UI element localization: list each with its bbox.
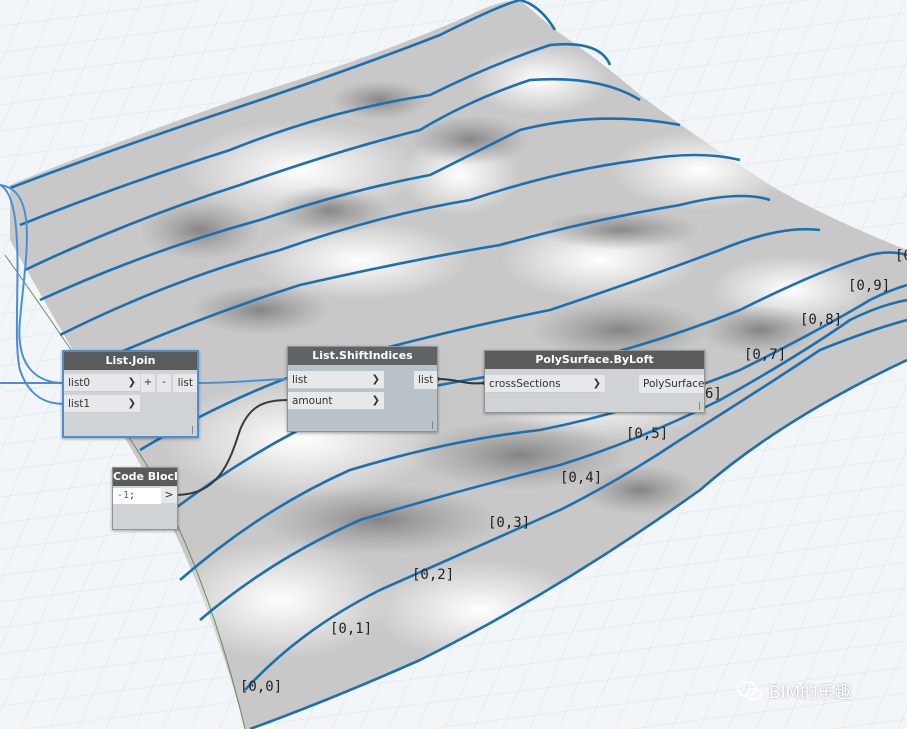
output-port-list[interactable]: list — [414, 371, 437, 389]
node-list-join[interactable]: List.Join list0 ❯ list1 ❯ + - list | — [62, 350, 199, 438]
node-title[interactable]: List.ShiftIndices — [288, 347, 437, 365]
port-label: list0 — [68, 377, 91, 389]
node-polysurface-byloft[interactable]: PolySurface.ByLoft crossSections ❯ PolyS… — [484, 350, 705, 413]
port-label: amount — [292, 395, 333, 407]
output-port-list[interactable]: list — [173, 374, 197, 392]
input-port-crosssections[interactable]: crossSections ❯ — [485, 375, 605, 393]
curve-label: [0,0] — [240, 679, 283, 695]
chevron-right-icon: ❯ — [371, 374, 380, 385]
chevron-right-icon: ❯ — [371, 395, 380, 406]
curve-label: [0,1] — [330, 621, 373, 637]
input-port-amount[interactable]: amount ❯ — [288, 392, 384, 410]
chevron-right-icon: ❯ — [127, 377, 136, 388]
curve-label: [0,2] — [412, 567, 455, 583]
port-label: list1 — [68, 398, 91, 410]
node-title[interactable]: List.Join — [64, 352, 197, 370]
node-title[interactable]: Code Block — [113, 468, 177, 486]
curve-label: [0,4] — [560, 470, 603, 486]
curve-label: [0,8] — [800, 312, 843, 328]
resize-grip-icon[interactable]: | — [191, 425, 194, 434]
input-port-list[interactable]: list ❯ — [288, 371, 384, 389]
wechat-icon — [737, 680, 762, 700]
code-editor[interactable]: -1; — [113, 488, 161, 504]
port-label: crossSections — [489, 378, 561, 390]
node-list-shift-indices[interactable]: List.ShiftIndices list ❯ amount ❯ list | — [287, 346, 438, 432]
chevron-right-icon: ❯ — [127, 398, 136, 409]
curve-label: 6] — [705, 386, 722, 402]
chevron-right-icon: ❯ — [592, 378, 601, 389]
node-title[interactable]: PolySurface.ByLoft — [485, 351, 704, 369]
resize-grip-icon[interactable]: | — [431, 420, 434, 429]
curve-label: [0,3] — [488, 515, 531, 531]
remove-input-button[interactable]: - — [157, 374, 171, 392]
code-value: -1 — [117, 490, 130, 501]
input-port-list1[interactable]: list1 ❯ — [64, 395, 140, 413]
curve-label: [0 — [895, 248, 907, 264]
output-port-polysurface[interactable]: PolySurface — [639, 375, 705, 393]
watermark: BIM的乐趣 — [737, 678, 851, 703]
curve-label: [0,9] — [848, 278, 891, 294]
curve-label: [0,7] — [744, 347, 787, 363]
node-code-block[interactable]: Code Block -1; > — [112, 467, 178, 530]
output-port-code[interactable]: > — [161, 487, 177, 503]
watermark-text: BIM的乐趣 — [769, 683, 852, 703]
add-input-button[interactable]: + — [141, 374, 155, 392]
resize-grip-icon[interactable]: | — [698, 401, 701, 410]
curve-label: [0,5] — [626, 426, 669, 442]
input-port-list0[interactable]: list0 ❯ — [64, 374, 140, 392]
port-label: list — [292, 374, 308, 386]
code-terminator: ; — [129, 490, 136, 501]
